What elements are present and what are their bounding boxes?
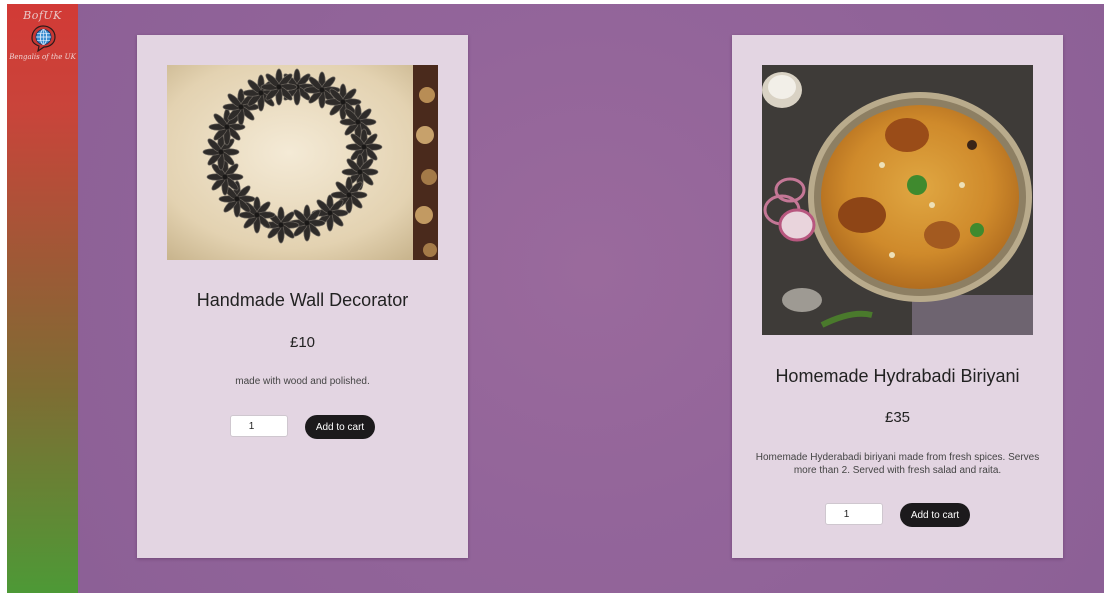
add-to-cart-button[interactable]: Add to cart — [900, 503, 970, 527]
globe-icon — [30, 25, 56, 52]
brand-title: BofUK — [23, 9, 62, 22]
product-image-wall-decorator — [167, 65, 438, 260]
brand-subtitle: Bengalis of the UK — [9, 53, 76, 61]
cart-row: Add to cart — [137, 415, 468, 439]
brand-logo[interactable]: BofUK Bengalis of the UK — [7, 9, 78, 62]
cart-row: Add to cart — [732, 503, 1063, 527]
sidebar: BofUK Bengalis of the UK — [7, 4, 78, 593]
product-title: Handmade Wall Decorator — [196, 290, 409, 310]
product-title: Homemade Hydrabadi Biriyani — [775, 366, 1020, 386]
product-description: made with wood and polished. — [235, 376, 370, 387]
page: BofUK Bengalis of the UK Handmade Wall D… — [0, 0, 1104, 593]
product-card: Handmade Wall Decorator £10 made with wo… — [137, 35, 468, 558]
product-price: £10 — [289, 334, 316, 351]
product-description: Homemade Hyderabadi biriyani made from f… — [755, 452, 1040, 476]
add-to-cart-button[interactable]: Add to cart — [305, 415, 375, 439]
product-image-biriyani — [762, 65, 1033, 335]
quantity-input[interactable] — [230, 415, 288, 437]
product-card: Homemade Hydrabadi Biriyani £35 Homemade… — [732, 35, 1063, 558]
quantity-input[interactable] — [825, 503, 883, 525]
product-price: £35 — [884, 409, 911, 426]
